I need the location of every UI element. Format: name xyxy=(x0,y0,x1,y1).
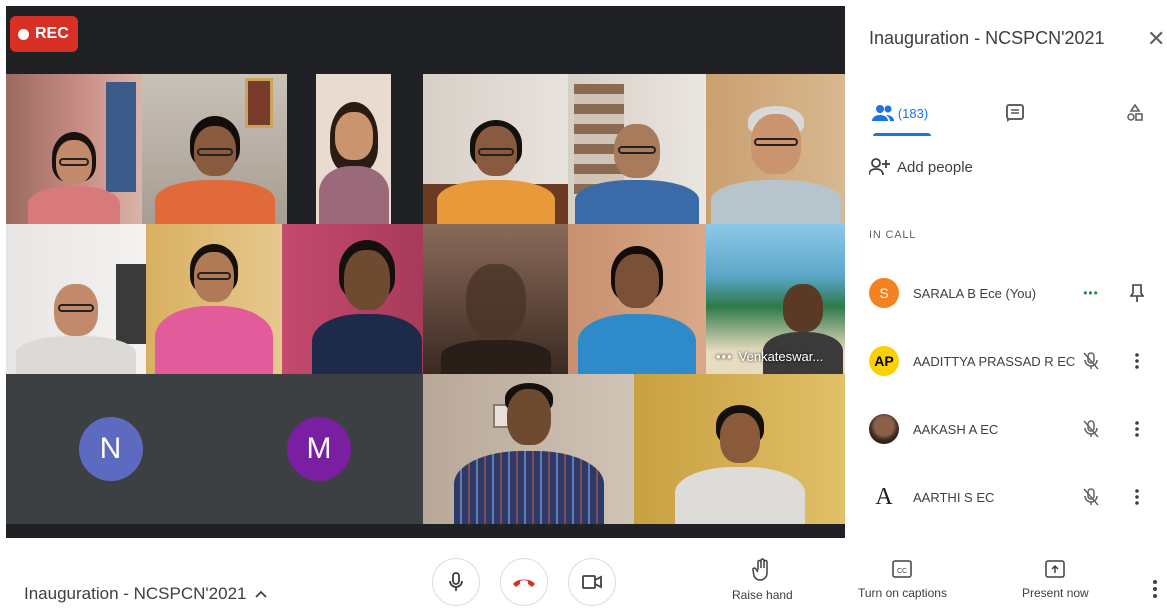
phone-hangup-icon xyxy=(513,579,535,587)
add-people-button[interactable]: Add people xyxy=(869,158,973,176)
participant-avatar-m: M xyxy=(287,417,351,481)
closed-captions-icon: CC xyxy=(892,560,913,578)
video-tile[interactable] xyxy=(282,224,423,374)
participant-avatar-n: N xyxy=(78,417,143,481)
close-icon[interactable]: ✕ xyxy=(1147,26,1165,52)
participant-name: AAKASH A EC xyxy=(913,421,999,437)
pin-icon[interactable] xyxy=(1127,283,1147,303)
more-options-icon[interactable]: ••• xyxy=(716,349,733,364)
mic-off-icon xyxy=(1079,351,1103,371)
video-tile[interactable] xyxy=(568,74,706,224)
raise-hand-button[interactable]: Raise hand xyxy=(732,558,793,602)
mic-off-icon xyxy=(1079,419,1103,439)
present-now-button[interactable]: Present now xyxy=(1022,558,1089,600)
camera-button[interactable] xyxy=(568,558,616,606)
present-now-label: Present now xyxy=(1022,586,1089,600)
speaking-dots-icon: ••• xyxy=(1083,286,1099,300)
captions-label: Turn on captions xyxy=(858,586,947,600)
more-options-icon[interactable] xyxy=(1153,580,1157,603)
add-person-icon xyxy=(869,158,890,176)
participant-name: AARTHI S EC xyxy=(913,489,995,505)
chevron-up-icon xyxy=(255,590,268,598)
people-count: (183) xyxy=(897,105,929,121)
video-tile[interactable] xyxy=(706,74,845,224)
microphone-icon xyxy=(449,572,463,591)
more-options-icon[interactable] xyxy=(1127,489,1147,505)
video-tile[interactable] xyxy=(6,74,142,224)
video-tile[interactable] xyxy=(423,374,634,524)
participant-avatar: S xyxy=(869,278,899,308)
participant-avatar xyxy=(869,414,899,444)
present-screen-icon xyxy=(1045,560,1066,578)
in-call-heading: IN CALL xyxy=(869,229,917,241)
participant-row[interactable]: AAKASH A EC xyxy=(869,409,1159,449)
microphone-button[interactable] xyxy=(432,558,480,606)
bottom-toolbar: Inauguration - NCSPCN'2021 Raise hand CC… xyxy=(0,538,1167,615)
meeting-details-button[interactable]: Inauguration - NCSPCN'2021 xyxy=(24,584,268,604)
people-icon xyxy=(871,105,894,121)
video-tile[interactable] xyxy=(6,224,146,374)
people-panel: Inauguration - NCSPCN'2021 ✕ (183) Add p… xyxy=(845,0,1167,538)
video-tile[interactable] xyxy=(568,224,706,374)
raise-hand-icon xyxy=(752,558,769,581)
tab-chat[interactable] xyxy=(995,90,1035,136)
participant-name: SARALA B Ece (You) xyxy=(913,285,1037,301)
svg-text:CC: CC xyxy=(897,568,907,575)
meeting-title: Inauguration - NCSPCN'2021 xyxy=(24,584,247,603)
video-tile[interactable] xyxy=(142,74,287,224)
tab-people[interactable]: (183) xyxy=(869,90,931,136)
video-tile[interactable]: ••• Venkateswar... xyxy=(706,224,845,374)
active-tab-indicator xyxy=(873,133,931,136)
more-options-icon[interactable] xyxy=(1127,421,1147,437)
participant-row[interactable]: S SARALA B Ece (You) ••• xyxy=(869,273,1159,313)
participant-name-tag: ••• Venkateswar... xyxy=(716,349,823,364)
participant-name: AADITTYA PRASSAD R EC xyxy=(913,353,1076,369)
hang-up-button[interactable] xyxy=(500,558,548,606)
video-tile[interactable] xyxy=(634,374,845,524)
raise-hand-label: Raise hand xyxy=(732,588,793,602)
video-tile[interactable]: M xyxy=(215,374,423,524)
video-tile[interactable] xyxy=(423,74,568,224)
add-people-label: Add people xyxy=(897,158,973,176)
tile-participant-name: Venkateswar... xyxy=(738,349,824,364)
video-camera-icon xyxy=(582,575,602,589)
activities-icon xyxy=(1127,103,1143,121)
recording-label: REC xyxy=(35,25,69,42)
recording-badge: REC xyxy=(10,16,78,52)
video-grid: REC ••• Venkateswar... N M xyxy=(6,6,845,538)
tab-activities[interactable] xyxy=(1115,90,1155,136)
video-tile[interactable] xyxy=(423,224,568,374)
captions-button[interactable]: CC Turn on captions xyxy=(858,558,947,600)
panel-tabs: (183) xyxy=(845,90,1167,138)
meet-window: REC ••• Venkateswar... N M Inauguration … xyxy=(0,0,1167,615)
video-tile[interactable]: N xyxy=(6,374,215,524)
chat-icon xyxy=(1006,104,1024,122)
record-dot-icon xyxy=(18,28,29,40)
video-tile[interactable] xyxy=(316,74,391,224)
more-options-icon[interactable] xyxy=(1127,353,1147,369)
participant-avatar: AP xyxy=(869,346,899,376)
video-tile[interactable] xyxy=(146,224,282,374)
participant-row[interactable]: AP AADITTYA PRASSAD R EC xyxy=(869,341,1159,381)
participant-avatar: A xyxy=(869,482,899,512)
mic-off-icon xyxy=(1079,487,1103,507)
participant-row[interactable]: A AARTHI S EC xyxy=(869,477,1159,517)
panel-title: Inauguration - NCSPCN'2021 xyxy=(869,28,1105,48)
